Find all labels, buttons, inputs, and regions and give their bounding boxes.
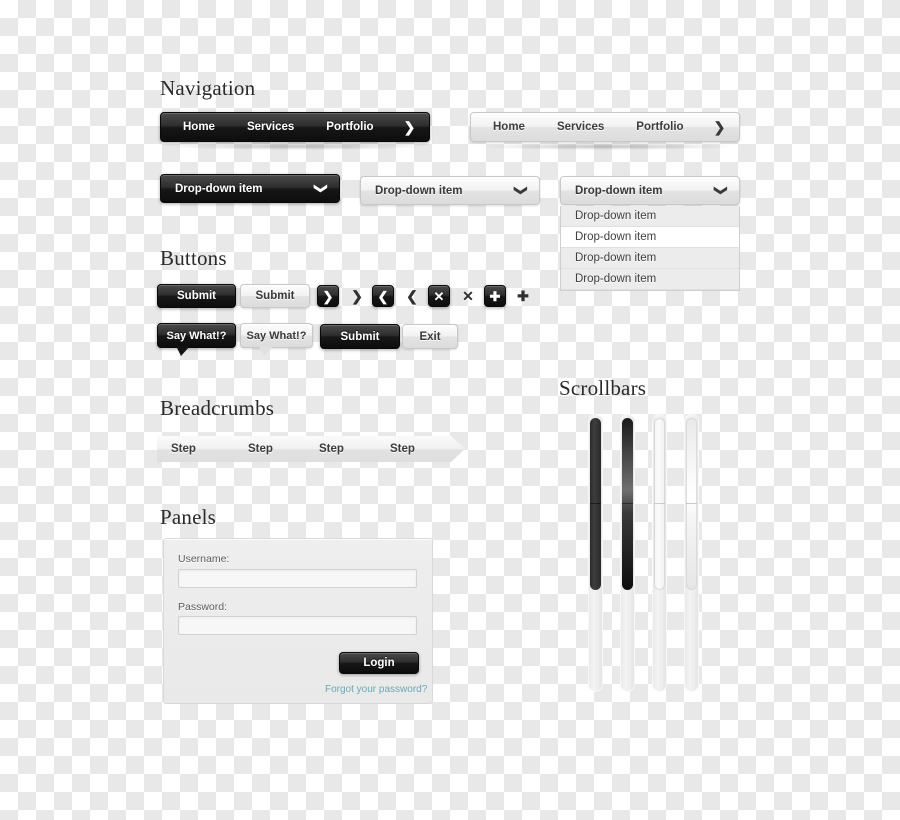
chevron-down-icon: ❯ (314, 183, 330, 194)
chevron-left-button-dark[interactable]: ❮ (372, 285, 394, 307)
exit-button[interactable]: Exit (402, 324, 458, 349)
speech-bubble-label: Say What!? (246, 329, 307, 342)
scrollbar-track[interactable] (684, 414, 699, 692)
breadcrumb-step[interactable]: Step (370, 436, 465, 462)
scrollbar-grip-icon (686, 503, 697, 504)
dropdown-open[interactable]: Drop-down item ❯ (560, 176, 740, 205)
speech-bubble-button-dark[interactable]: Say What!? (157, 323, 236, 356)
plus-button-dark[interactable]: ✚ (484, 285, 506, 307)
scrollbar-thumb-light-flat[interactable] (654, 418, 665, 590)
dropdown-label: Drop-down item (175, 182, 263, 195)
chevron-right-icon[interactable]: ❯ (390, 113, 430, 141)
nav-item-home[interactable]: Home (167, 113, 231, 141)
username-input[interactable] (178, 569, 417, 588)
speech-bubble-button-light[interactable]: Say What!? (240, 323, 313, 356)
speech-bubble-tail-icon (259, 346, 273, 356)
section-heading-scrollbars: Scrollbars (559, 376, 647, 400)
scrollbar-track[interactable] (588, 414, 603, 692)
navbar-dark-shadow (172, 143, 420, 150)
chevron-right-icon[interactable]: ❯ (348, 285, 366, 307)
close-x-button-dark[interactable]: ✕ (428, 285, 450, 307)
nav-item-services[interactable]: Services (231, 113, 310, 141)
password-label: Password: (178, 601, 228, 613)
chevron-right-icon[interactable]: ❯ (700, 113, 740, 141)
dropdown-label: Drop-down item (375, 184, 463, 197)
nav-item-portfolio[interactable]: Portfolio (620, 113, 699, 141)
scrollbar-track[interactable] (652, 414, 667, 692)
dropdown-option-list: Drop-down item Drop-down item Drop-down … (560, 206, 740, 291)
forgot-password-link[interactable]: Forgot your password? (325, 684, 427, 695)
dropdown-dark[interactable]: Drop-down item ❯ (160, 174, 340, 203)
ui-kit-canvas: Navigation Home Services Portfolio ❯ Hom… (0, 0, 900, 820)
password-input[interactable] (178, 616, 417, 635)
nav-item-portfolio[interactable]: Portfolio (310, 113, 389, 141)
scrollbar-grip-icon (622, 503, 633, 504)
username-label: Username: (178, 553, 230, 565)
scrollbar-track[interactable] (620, 414, 635, 692)
section-heading-buttons: Buttons (160, 246, 227, 270)
chevron-left-icon[interactable]: ❮ (403, 285, 421, 307)
navbar-light-shadow (482, 143, 730, 150)
scrollbar-thumb-dark-flat[interactable] (590, 418, 601, 590)
section-heading-navigation: Navigation (160, 76, 256, 100)
login-button[interactable]: Login (339, 652, 419, 674)
navbar-dark[interactable]: Home Services Portfolio ❯ (160, 112, 430, 142)
scrollbar-thumb-dark-gradient[interactable] (622, 418, 633, 590)
chevron-down-icon: ❯ (714, 185, 730, 196)
scrollbar-grip-icon (654, 503, 665, 504)
submit-button-light[interactable]: Submit (240, 284, 310, 308)
section-heading-breadcrumbs: Breadcrumbs (160, 396, 275, 420)
scrollbar-thumb-light-gradient[interactable] (686, 418, 697, 590)
dropdown-option[interactable]: Drop-down item (561, 248, 739, 269)
dropdown-option[interactable]: Drop-down item (561, 269, 739, 290)
speech-bubble-label: Say What!? (166, 329, 227, 342)
scrollbar-grip-icon (590, 503, 601, 504)
chevron-right-button-dark[interactable]: ❯ (317, 285, 339, 307)
nav-item-home[interactable]: Home (477, 113, 541, 141)
speech-bubble-tail-icon (176, 346, 190, 356)
dropdown-label: Drop-down item (575, 184, 663, 197)
close-x-icon[interactable]: ✕ (459, 285, 477, 307)
submit-button-dark[interactable]: Submit (157, 284, 236, 308)
navbar-light[interactable]: Home Services Portfolio ❯ (470, 112, 740, 142)
dropdown-option[interactable]: Drop-down item (561, 227, 739, 248)
nav-item-services[interactable]: Services (541, 113, 620, 141)
chevron-down-icon: ❯ (514, 185, 530, 196)
submit-button-wide[interactable]: Submit (320, 324, 400, 349)
section-heading-panels: Panels (160, 505, 217, 529)
dropdown-option[interactable]: Drop-down item (561, 206, 739, 227)
dropdown-light[interactable]: Drop-down item ❯ (360, 176, 540, 205)
plus-icon[interactable]: ✚ (514, 285, 532, 307)
